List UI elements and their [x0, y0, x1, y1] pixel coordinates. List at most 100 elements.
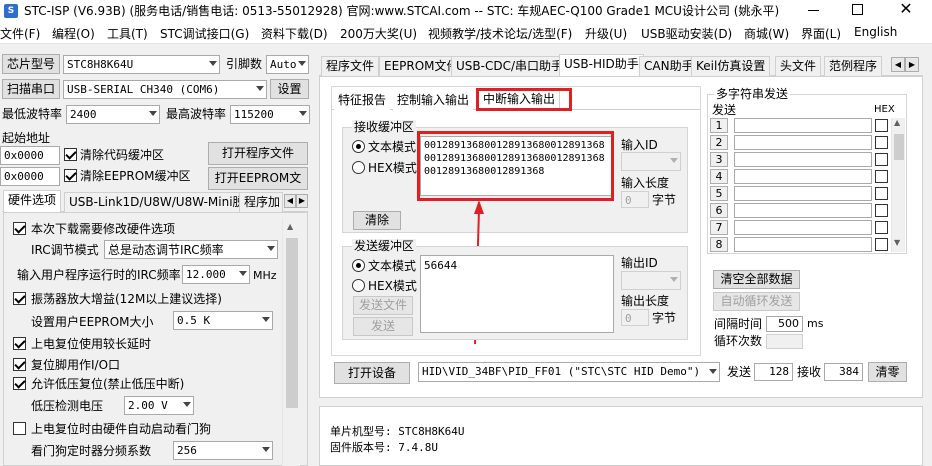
- menu-interface[interactable]: 界面(L): [801, 25, 841, 42]
- clear-all-data-button[interactable]: 清空全部数据: [713, 270, 800, 289]
- tab-usb-link[interactable]: USB-Link1D/U8W/U8W-Mini脱机: [64, 192, 262, 212]
- rx-hex-mode-radio[interactable]: [352, 161, 365, 174]
- wdt-divider-select[interactable]: 256: [173, 441, 273, 460]
- tx-report-id-select[interactable]: [621, 271, 681, 290]
- irc-frequency-select[interactable]: 12.000: [182, 265, 250, 284]
- multi-string-input[interactable]: [734, 169, 872, 184]
- menu-program[interactable]: 编程(O): [52, 25, 95, 42]
- wdt-start-label: 上电复位时由硬件自动启动看门狗: [31, 422, 212, 436]
- multi-hex-checkbox[interactable]: [875, 136, 888, 149]
- tab-usb-hid[interactable]: USB-HID助手: [559, 54, 644, 76]
- tab-can[interactable]: CAN助手: [639, 56, 699, 76]
- chip-model-select[interactable]: STC8H8K64U: [63, 55, 220, 74]
- eeprom-address-input[interactable]: 0x0000: [0, 167, 60, 186]
- clear-eeprom-checkbox[interactable]: [64, 169, 77, 182]
- subtab-control-io[interactable]: 控制输入输出: [393, 91, 474, 111]
- multi-send-row-button[interactable]: 1: [710, 118, 728, 133]
- tab-examples[interactable]: 范例程序: [824, 56, 883, 76]
- tab-program-add[interactable]: 程序加: [239, 192, 283, 212]
- multi-string-input[interactable]: [734, 186, 872, 201]
- right-tab-scroll-left[interactable]: ◀: [891, 57, 905, 72]
- menu-english[interactable]: English: [854, 25, 897, 39]
- rx-clear-button[interactable]: 清除: [353, 211, 401, 230]
- multi-hex-checkbox[interactable]: [875, 238, 888, 251]
- wdt-start-checkbox[interactable]: [13, 422, 26, 435]
- menu-debug[interactable]: STC调试接口(G): [160, 25, 249, 42]
- scan-port-button[interactable]: 扫描串口: [2, 79, 60, 99]
- left-tab-scroll-left[interactable]: ◀: [284, 194, 296, 208]
- multi-hex-checkbox[interactable]: [875, 170, 888, 183]
- right-tab-scroll-right[interactable]: ▶: [905, 57, 919, 72]
- tx-hex-mode-radio[interactable]: [352, 279, 365, 292]
- multi-string-input[interactable]: [734, 237, 872, 252]
- subtab-feature-report[interactable]: 特征报告: [334, 91, 391, 111]
- menu-file[interactable]: 文件(F): [0, 25, 40, 42]
- multi-hex-checkbox[interactable]: [875, 204, 888, 217]
- reprogram-options-checkbox[interactable]: [13, 222, 26, 235]
- open-device-button[interactable]: 打开设备: [334, 362, 410, 384]
- auto-loop-send-button[interactable]: 自动循环发送: [713, 292, 800, 311]
- reset-counters-button[interactable]: 清零: [868, 362, 907, 382]
- irc-mode-select[interactable]: 总是动态调节IRC频率: [104, 240, 278, 259]
- menu-tools[interactable]: 工具(T): [107, 25, 148, 42]
- multi-send-row-button[interactable]: 4: [710, 169, 728, 184]
- rx-text-mode-radio[interactable]: [352, 140, 365, 153]
- osc-gain-checkbox[interactable]: [13, 292, 26, 305]
- multi-hex-checkbox[interactable]: [875, 187, 888, 200]
- port-settings-button[interactable]: 设置: [270, 79, 309, 99]
- reset-pin-checkbox[interactable]: [13, 358, 26, 371]
- open-eeprom-file-button[interactable]: 打开EEPROM文件: [208, 167, 308, 206]
- code-address-input[interactable]: 0x0000: [0, 146, 60, 165]
- power-delay-checkbox[interactable]: [13, 337, 26, 350]
- multi-string-input[interactable]: [734, 220, 872, 235]
- max-baud-select[interactable]: 115200: [230, 105, 310, 124]
- tab-keil[interactable]: Keil仿真设置: [691, 56, 771, 76]
- left-tab-scroll-right[interactable]: ▶: [296, 194, 308, 208]
- device-select[interactable]: HID\VID_34BF\PID_FF01 ("STC\STC HID Demo…: [418, 362, 720, 382]
- send-file-button[interactable]: 发送文件: [353, 296, 413, 315]
- port-select[interactable]: USB-SERIAL CH340 (COM6): [63, 80, 267, 99]
- tab-program-file[interactable]: 程序文件: [321, 56, 380, 76]
- multi-send-row-button[interactable]: 6: [710, 203, 728, 218]
- multi-string-input[interactable]: [734, 203, 872, 218]
- tx-text-mode-radio[interactable]: [352, 259, 365, 272]
- menu-upgrade[interactable]: 升级(U): [585, 25, 627, 42]
- multi-send-row-button[interactable]: 2: [710, 135, 728, 150]
- multi-send-row-button[interactable]: 8: [710, 237, 728, 252]
- interval-input[interactable]: 500: [766, 316, 803, 332]
- menu-download[interactable]: 资料下载(D): [261, 25, 328, 42]
- close-button[interactable]: ✕: [897, 0, 915, 18]
- tx-data-textarea[interactable]: 56644: [420, 255, 614, 333]
- multi-string-input[interactable]: [734, 135, 872, 150]
- clear-code-checkbox[interactable]: [64, 148, 77, 161]
- min-baud-select[interactable]: 2400: [66, 105, 160, 124]
- minimize-button[interactable]: [808, 10, 819, 11]
- eeprom-size-select[interactable]: 0.5 K: [173, 311, 273, 330]
- multi-send-row-button[interactable]: 5: [710, 186, 728, 201]
- multi-hex-checkbox[interactable]: [875, 221, 888, 234]
- menu-usb-driver[interactable]: USB驱动安装(D): [641, 25, 732, 42]
- send-button[interactable]: 发送: [353, 317, 413, 336]
- tab-header[interactable]: 头文件: [775, 56, 822, 76]
- multi-string-input[interactable]: [734, 152, 872, 167]
- pin-count-select[interactable]: Auto: [266, 55, 309, 74]
- multi-string-input[interactable]: [734, 118, 872, 133]
- maximize-button[interactable]: [852, 4, 863, 15]
- menu-prize[interactable]: 200万大奖(U): [340, 25, 417, 42]
- open-program-file-button[interactable]: 打开程序文件: [208, 142, 308, 165]
- multi-hex-checkbox[interactable]: [875, 153, 888, 166]
- low-voltage-select[interactable]: 2.00 V: [124, 396, 194, 415]
- rx-report-id-select[interactable]: [621, 152, 681, 171]
- irc-frequency-label: 输入用户程序运行时的IRC频率: [17, 268, 181, 282]
- tab-hardware-options[interactable]: 硬件选项: [3, 190, 62, 212]
- hardware-options-scrollbar[interactable]: ▲: [282, 218, 300, 466]
- multi-hex-checkbox[interactable]: [875, 119, 888, 132]
- multi-send-row-button[interactable]: 3: [710, 152, 728, 167]
- lvr-checkbox[interactable]: [13, 377, 26, 390]
- menu-shop[interactable]: 商城(W): [744, 25, 789, 42]
- tab-usb-cdc[interactable]: USB-CDC/串口助手: [451, 56, 569, 76]
- multi-string-scrollbar[interactable]: ▲ ▼: [891, 118, 905, 252]
- multi-send-row-button[interactable]: 7: [710, 220, 728, 235]
- menu-video[interactable]: 视频教学/技术论坛/选型(F): [428, 25, 572, 42]
- chip-model-button[interactable]: 芯片型号: [2, 54, 60, 74]
